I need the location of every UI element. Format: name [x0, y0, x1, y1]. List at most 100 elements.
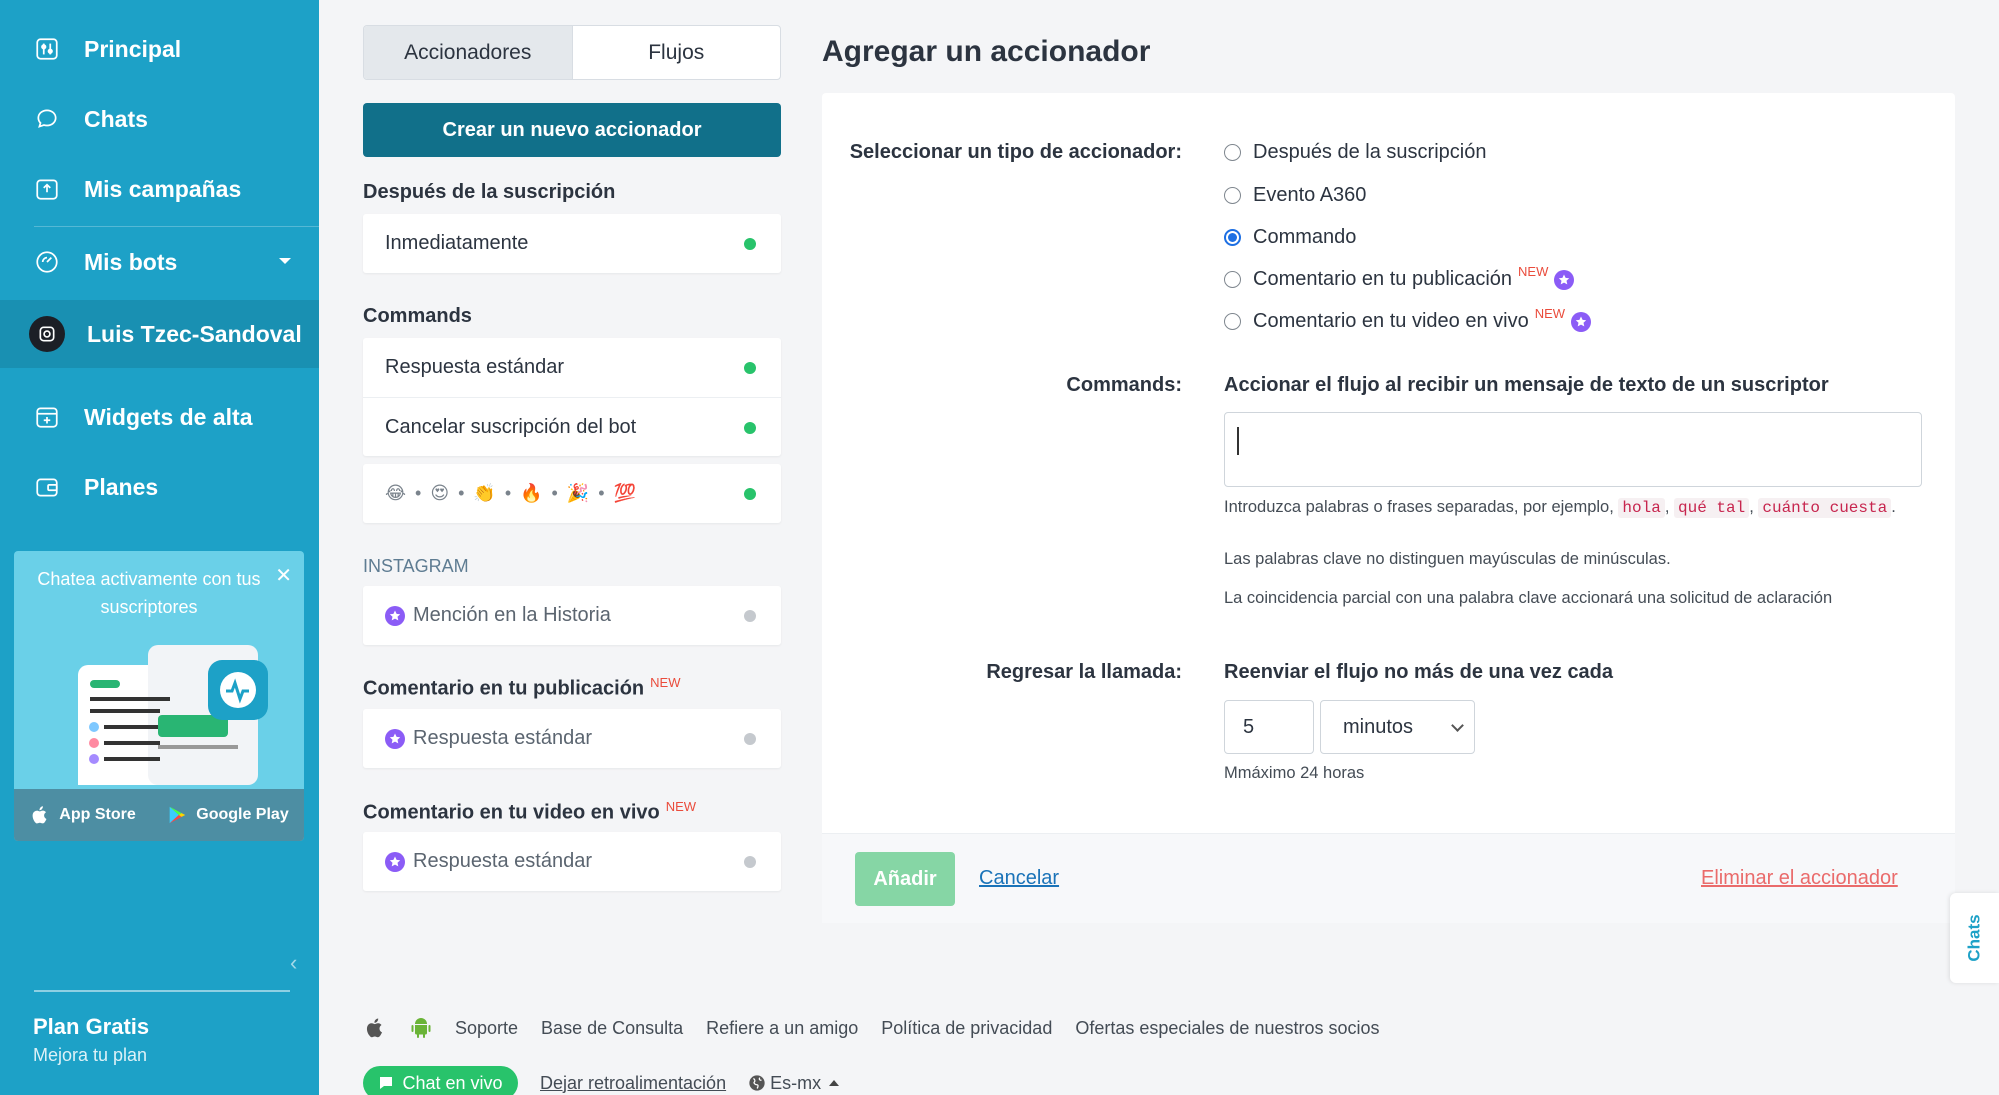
radio-circle-selected[interactable] — [1224, 229, 1241, 246]
callback-interval-input[interactable]: 5 — [1224, 700, 1314, 754]
language-selector[interactable]: Es-mx — [748, 1072, 840, 1094]
chevron-down-icon — [279, 258, 291, 264]
radio-label: Después de la suscripción — [1253, 141, 1487, 163]
radio-circle[interactable] — [1224, 187, 1241, 204]
keywords-input[interactable] — [1224, 412, 1922, 487]
new-badge: NEW — [1534, 306, 1566, 321]
commands-card: Respuesta estándar Cancelar suscripción … — [363, 338, 781, 456]
radio-command[interactable]: Commando — [1224, 226, 1356, 249]
tab-triggers[interactable]: Accionadores — [364, 26, 573, 79]
pro-star-icon — [1571, 311, 1592, 332]
add-button[interactable]: Añadir — [855, 852, 955, 906]
text-cursor — [1237, 427, 1239, 455]
nav-bots[interactable]: Mis bots — [0, 231, 319, 293]
trigger-type-label: Seleccionar un tipo de accionador: — [849, 141, 1182, 163]
android-icon[interactable] — [409, 1016, 433, 1040]
cancel-link[interactable]: Cancelar — [979, 867, 1059, 890]
caret-up-icon — [829, 1080, 840, 1086]
wallet-icon — [34, 474, 60, 500]
radio-after-subscription[interactable]: Después de la suscripción — [1224, 141, 1486, 164]
footer-link-knowledge-base[interactable]: Base de Consulta — [541, 1018, 683, 1039]
app-store-button[interactable]: App Store — [29, 804, 136, 826]
callback-unit-select[interactable]: minutos — [1320, 700, 1475, 754]
section-title-commands: Commands — [363, 305, 472, 327]
plan-title: Plan Gratis — [33, 1014, 150, 1039]
radio-circle[interactable] — [1224, 271, 1241, 288]
list-item[interactable]: Mención en la Historia — [363, 586, 781, 645]
nav-plans[interactable]: Planes — [0, 456, 319, 518]
nav-campaigns[interactable]: Mis campañas — [0, 158, 319, 220]
nav-campaigns-label: Mis campañas — [84, 175, 242, 202]
chats-side-tab[interactable]: Chats — [1950, 893, 1999, 983]
status-dot — [744, 488, 756, 500]
footer-link-partner-offers[interactable]: Ofertas especiales de nuestros socios — [1075, 1018, 1379, 1039]
radio-label: Evento A360 — [1253, 184, 1367, 206]
nav-divider — [34, 226, 319, 227]
list-item[interactable]: 😂 • 😍 • 👏 • 🔥 • 🎉 • 💯 — [363, 464, 781, 523]
list-item[interactable]: Respuesta estándar — [363, 832, 781, 891]
status-dot — [744, 362, 756, 374]
list-item-label: Inmediatamente — [385, 232, 529, 254]
list-item[interactable]: Inmediatamente — [363, 214, 781, 273]
list-item[interactable]: Respuesta estándar — [363, 338, 781, 397]
nav-widgets-label: Widgets de alta — [84, 403, 253, 430]
apple-icon — [32, 806, 47, 824]
sliders-icon — [34, 36, 60, 62]
status-dot — [744, 856, 756, 868]
google-play-button[interactable]: Google Play — [166, 804, 289, 826]
apple-icon[interactable] — [363, 1016, 387, 1040]
delete-trigger-link[interactable]: Eliminar el accionador — [1701, 867, 1898, 890]
create-trigger-button[interactable]: Crear un nuevo accionador — [363, 103, 781, 157]
nav-principal[interactable]: Principal — [0, 18, 319, 80]
radio-post-comment[interactable]: Comentario en tu publicación NEW — [1224, 264, 1575, 291]
campaign-icon — [34, 176, 60, 202]
promo-text: Chatea activamente con tus suscriptores — [37, 569, 261, 617]
emoji-card: 😂 • 😍 • 👏 • 🔥 • 🎉 • 💯 — [363, 464, 781, 523]
language-label: Es-mx — [770, 1072, 822, 1093]
collapse-sidebar-icon[interactable]: ‹ — [290, 950, 297, 976]
list-item-label: Respuesta estándar — [385, 356, 565, 378]
page-title: Agregar un accionador — [822, 35, 1151, 68]
chat-icon — [380, 1077, 393, 1089]
section-title-subscription: Después de la suscripción — [363, 181, 616, 203]
commands-label: Commands: — [1066, 374, 1182, 396]
keyword-example: hola — [1618, 498, 1665, 518]
radio-a360-event[interactable]: Evento A360 — [1224, 184, 1366, 207]
radio-circle[interactable] — [1224, 144, 1241, 161]
chevron-down-icon — [1451, 719, 1464, 732]
instagram-card: Mención en la Historia — [363, 586, 781, 645]
upgrade-plan-link[interactable]: Mejora tu plan — [33, 1045, 147, 1066]
list-item[interactable]: Respuesta estándar — [363, 709, 781, 768]
nav-account[interactable]: Luis Tzec-Sandoval — [0, 300, 319, 368]
google-play-label: Google Play — [196, 806, 289, 823]
nav-widgets[interactable]: Widgets de alta — [0, 386, 319, 448]
sidebar: Principal Chats Mis campañas Mis bots Lu… — [0, 0, 319, 1095]
help-prefix: Introduzca palabras o frases separadas, … — [1224, 498, 1614, 516]
emoji-keywords: 😂 • 😍 • 👏 • 🔥 • 🎉 • 💯 — [385, 483, 638, 503]
section-title-text: Comentario en tu publicación — [363, 677, 645, 700]
keyword-example: qué tal — [1673, 498, 1750, 518]
footer-link-support[interactable]: Soporte — [455, 1018, 518, 1039]
nav-chats[interactable]: Chats — [0, 88, 319, 150]
chats-side-tab-label: Chats — [1964, 914, 1984, 962]
list-item-label: Cancelar suscripción del bot — [385, 415, 637, 438]
radio-circle[interactable] — [1224, 313, 1241, 330]
nav-bots-label: Mis bots — [84, 248, 178, 275]
keyword-example: cuánto cuesta — [1758, 498, 1892, 518]
radio-live-comment[interactable]: Comentario en tu video en vivo NEW — [1224, 306, 1592, 333]
widget-icon — [34, 404, 60, 430]
plan-divider — [34, 990, 290, 992]
live-chat-label: Chat en vivo — [402, 1072, 503, 1093]
feedback-link[interactable]: Dejar retroalimentación — [540, 1073, 726, 1094]
live-chat-button[interactable]: Chat en vivo — [363, 1066, 518, 1095]
status-dot — [744, 733, 756, 745]
keywords-help: Introduzca palabras o frases separadas, … — [1224, 498, 1896, 518]
pro-star-icon — [385, 851, 405, 872]
tab-flows[interactable]: Flujos — [573, 26, 781, 79]
pro-star-icon — [385, 605, 405, 626]
footer-link-refer[interactable]: Refiere a un amigo — [706, 1018, 858, 1039]
list-item[interactable]: Cancelar suscripción del bot — [363, 397, 781, 456]
footer-link-privacy[interactable]: Política de privacidad — [881, 1018, 1052, 1039]
section-title-post-comment: Comentario en tu publicación NEW — [363, 675, 680, 701]
close-icon[interactable]: ✕ — [275, 563, 292, 588]
